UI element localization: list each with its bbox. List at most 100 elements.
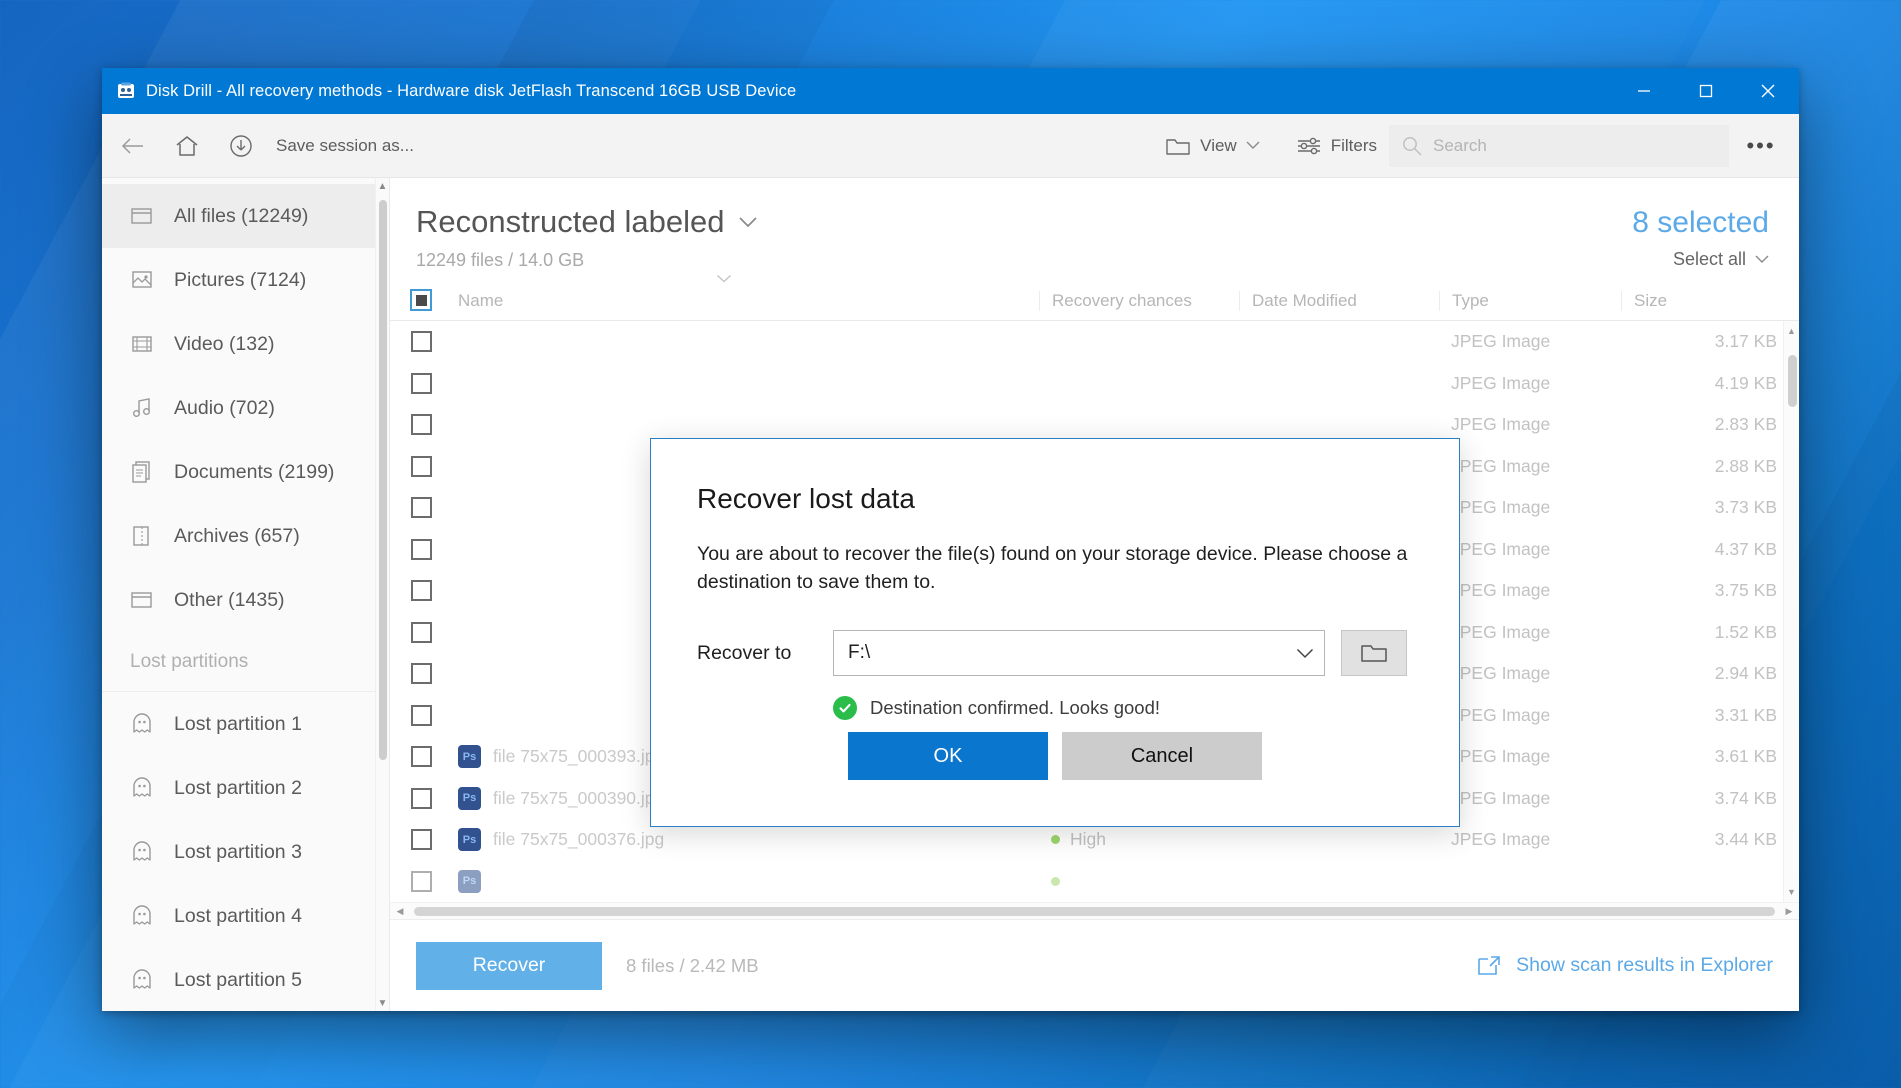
sidebar-item-label: Video (132) — [174, 332, 275, 355]
ghost-icon — [130, 775, 156, 801]
sidebar-item-audio[interactable]: Audio (702) — [102, 376, 389, 440]
close-button[interactable] — [1737, 68, 1799, 114]
folder-icon — [1359, 641, 1389, 665]
show-in-explorer-link[interactable]: Show scan results in Explorer — [1476, 954, 1773, 978]
scroll-up-icon[interactable]: ▲ — [376, 178, 389, 194]
sidebar-item-lost-partition-4[interactable]: Lost partition 4 — [102, 884, 389, 948]
row-checkbox[interactable] — [390, 704, 452, 726]
scroll-down-icon[interactable]: ▼ — [1784, 882, 1799, 902]
recover-button[interactable]: Recover — [416, 941, 602, 990]
row-checkbox[interactable] — [390, 538, 452, 560]
save-session-icon[interactable] — [218, 125, 264, 167]
destination-select[interactable]: F:\ — [833, 630, 1325, 677]
row-checkbox[interactable] — [390, 455, 452, 477]
sort-descending-icon — [716, 274, 732, 283]
more-options-button[interactable]: ••• — [1733, 125, 1789, 167]
file-name-label: file 75x75_000390.jpg — [493, 787, 665, 808]
dialog-body-text: You are about to recover the file(s) fou… — [697, 543, 1408, 593]
table-horizontal-scrollbar[interactable]: ◀ ▶ — [390, 902, 1799, 919]
row-checkbox[interactable] — [390, 746, 452, 768]
file-name-wrapper: Ps — [458, 869, 1039, 893]
destination-status-label: Destination confirmed. Looks good! — [870, 697, 1161, 719]
checkbox-icon — [410, 497, 432, 519]
sidebar-scrollbar[interactable]: ▲ ▼ — [375, 178, 389, 1011]
app-logo-icon — [116, 81, 136, 101]
sidebar-item-pictures[interactable]: Pictures (7124) — [102, 248, 389, 312]
sidebar-item-label: Lost partition 1 — [174, 712, 302, 735]
scrollbar-thumb[interactable] — [379, 200, 387, 760]
browse-folder-button[interactable] — [1341, 630, 1407, 677]
checkbox-icon — [410, 663, 432, 685]
filters-button[interactable]: Filters — [1284, 125, 1389, 167]
scrollbar-thumb[interactable] — [1788, 355, 1797, 407]
sidebar-item-lost-partition-2[interactable]: Lost partition 2 — [102, 756, 389, 820]
column-header-size[interactable]: Size — [1621, 291, 1799, 311]
table-row[interactable]: JPEG Image 4.19 KB — [390, 363, 1799, 405]
minimize-button[interactable] — [1613, 68, 1675, 114]
view-button[interactable]: View — [1153, 125, 1272, 167]
cell-type: JPEG Image — [1451, 455, 1551, 476]
row-checkbox[interactable] — [390, 331, 452, 353]
save-session-button[interactable]: Save session as... — [264, 125, 426, 167]
sidebar-group-label: Lost partitions — [130, 650, 249, 672]
sidebar-item-all-files[interactable]: All files (12249) — [102, 184, 389, 248]
back-button[interactable] — [110, 125, 156, 167]
sidebar-item-documents[interactable]: Documents (2199) — [102, 440, 389, 504]
select-all-button[interactable]: Select all — [1632, 249, 1769, 270]
column-header-name[interactable]: Name — [452, 275, 1039, 311]
sidebar-item-other[interactable]: Other (1435) — [102, 568, 389, 632]
sidebar-item-lost-partition-1[interactable]: Lost partition 1 — [102, 692, 389, 756]
row-checkbox[interactable] — [390, 829, 452, 851]
cancel-button-label: Cancel — [1130, 744, 1194, 767]
chevron-down-icon[interactable] — [738, 216, 758, 228]
table-vertical-scrollbar[interactable]: ▲ ▼ — [1783, 321, 1799, 902]
row-checkbox[interactable] — [390, 663, 452, 685]
ghost-icon — [130, 903, 156, 929]
scroll-up-icon[interactable]: ▲ — [1784, 321, 1799, 341]
row-checkbox[interactable] — [390, 621, 452, 643]
sidebar-item-archives[interactable]: Archives (657) — [102, 504, 389, 568]
search-input[interactable]: Search — [1389, 124, 1729, 167]
cell-type: JPEG Image — [1451, 331, 1551, 352]
ok-button[interactable]: OK — [848, 732, 1048, 780]
view-label: View — [1200, 135, 1237, 155]
sidebar-item-video[interactable]: Video (132) — [102, 312, 389, 376]
select-all-checkbox[interactable] — [390, 289, 452, 311]
scroll-down-icon[interactable]: ▼ — [376, 995, 389, 1011]
scrollbar-track[interactable] — [410, 903, 1779, 920]
scroll-right-icon[interactable]: ▶ — [1779, 906, 1799, 917]
row-checkbox[interactable] — [390, 497, 452, 519]
row-checkbox[interactable] — [390, 787, 452, 809]
maximize-button[interactable] — [1675, 68, 1737, 114]
sidebar-item-label: Archives (657) — [174, 524, 300, 547]
scroll-left-icon[interactable]: ◀ — [390, 906, 410, 917]
column-header-type[interactable]: Type — [1439, 291, 1621, 311]
cell-type: JPEG Image — [1451, 372, 1551, 393]
table-row-partial[interactable]: Ps — [390, 861, 1799, 903]
scan-result-subtitle: 12249 files / 14.0 GB — [416, 250, 585, 270]
select-all-label: Select all — [1672, 249, 1746, 269]
cancel-button[interactable]: Cancel — [1062, 732, 1262, 780]
save-session-label: Save session as... — [276, 135, 414, 155]
scan-result-title[interactable]: Reconstructed labeled — [416, 204, 1632, 240]
sidebar: All files (12249) Pictures (7124) Video … — [102, 178, 390, 1011]
cell-type: JPEG Image — [1451, 787, 1551, 808]
chevron-down-icon — [1755, 255, 1769, 264]
documents-icon — [130, 459, 156, 485]
row-checkbox[interactable] — [390, 372, 452, 394]
main-header-right: 8 selected Select all — [1632, 204, 1769, 270]
row-checkbox[interactable] — [390, 414, 452, 436]
file-name-label: file 75x75_000393.jpg — [493, 746, 665, 767]
scrollbar-thumb[interactable] — [414, 906, 1775, 916]
sidebar-item-lost-partition-5[interactable]: Lost partition 5 — [102, 948, 389, 1011]
chevron-down-icon[interactable] — [1296, 648, 1314, 659]
row-checkbox[interactable] — [390, 870, 452, 892]
cell-type: JPEG Image — [1451, 663, 1551, 684]
row-checkbox[interactable] — [390, 580, 452, 602]
home-icon[interactable] — [164, 125, 210, 167]
table-row[interactable]: JPEG Image 3.17 KB — [390, 321, 1799, 363]
column-header-date-modified[interactable]: Date Modified — [1239, 291, 1439, 311]
column-header-recovery-chances[interactable]: Recovery chances — [1039, 291, 1239, 311]
sidebar-item-lost-partition-3[interactable]: Lost partition 3 — [102, 820, 389, 884]
filters-label: Filters — [1330, 135, 1377, 155]
